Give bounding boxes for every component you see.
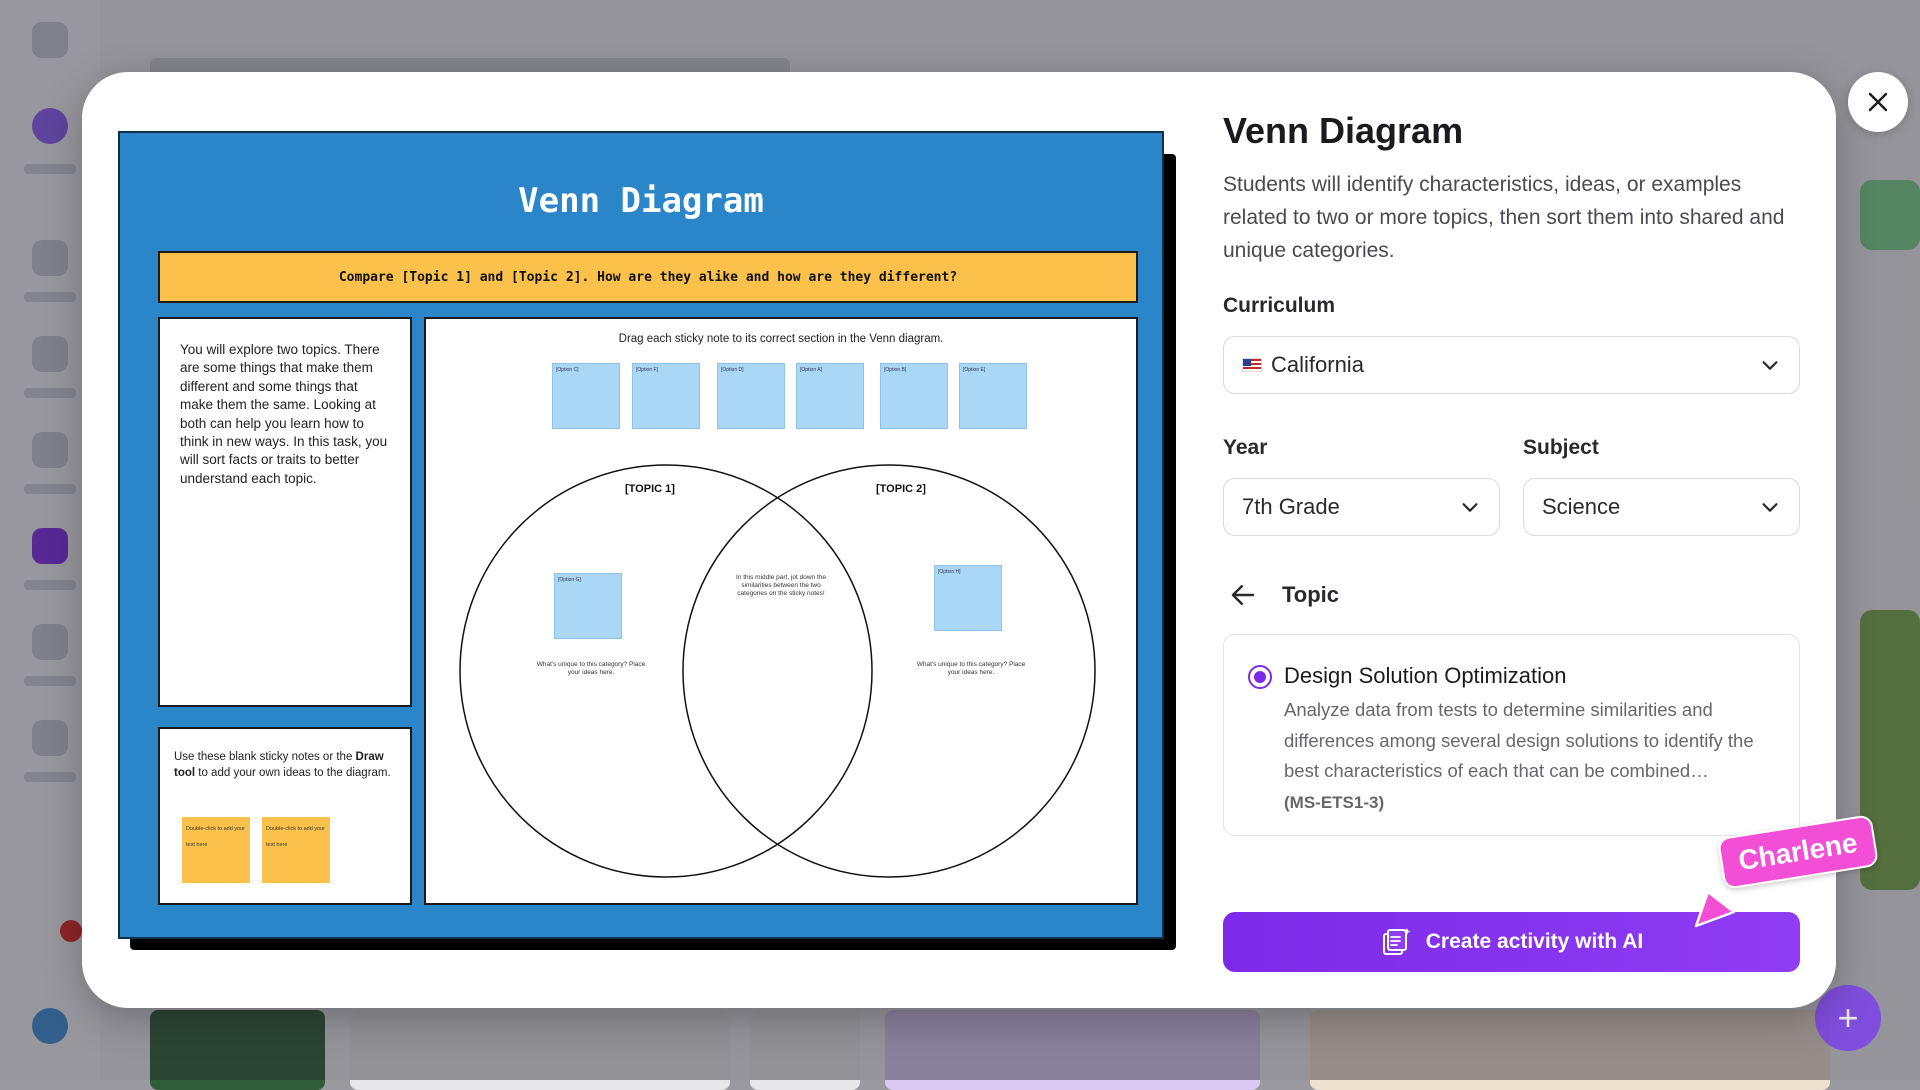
curriculum-select[interactable]: California — [1223, 336, 1800, 394]
us-flag-icon — [1242, 358, 1262, 372]
venn-circle-right — [682, 464, 1096, 878]
chevron-down-icon — [1459, 496, 1481, 518]
panel-title: Venn Diagram — [1223, 110, 1464, 151]
close-icon — [1868, 92, 1888, 112]
topic-option-card[interactable]: Design Solution Optimization Analyze dat… — [1223, 634, 1800, 836]
venn-right-note: What's unique to this category? Place yo… — [916, 661, 1026, 676]
venn-middle-note: In this middle part, jot down the simila… — [736, 574, 826, 597]
topic-radio[interactable] — [1248, 665, 1272, 689]
collaborator-cursor-icon — [1694, 890, 1736, 928]
chevron-down-icon — [1759, 354, 1781, 376]
help-fab: + — [1815, 985, 1881, 1051]
preview-title: Venn Diagram — [518, 181, 764, 221]
preview-venn-area: Drag each sticky note to its correct sec… — [424, 317, 1138, 905]
preview-yellow-sticky: Double-click to add your text here — [182, 817, 250, 883]
topic-label: Topic — [1282, 582, 1340, 607]
venn-topic1-label: [TOPIC 1] — [625, 483, 675, 495]
template-preview: Venn Diagram Compare [Topic 1] and [Topi… — [118, 131, 1164, 939]
preview-blank-text: Use these blank sticky notes or the Draw… — [174, 751, 391, 779]
panel-description: Students will identify characteristics, … — [1223, 173, 1785, 262]
arrow-left-icon — [1231, 585, 1255, 605]
curriculum-label: Curriculum — [1223, 294, 1336, 317]
preview-option-sticky: [Option G] — [554, 573, 622, 639]
ai-activity-icon — [1382, 928, 1411, 955]
venn-left-note: What's unique to this category? Place yo… — [536, 661, 646, 676]
topic-code: (MS-ETS1-3) — [1284, 793, 1385, 812]
preview-option-sticky: [Option H] — [934, 565, 1002, 631]
year-value: 7th Grade — [1242, 494, 1340, 519]
year-select[interactable]: 7th Grade — [1223, 478, 1500, 536]
topic-name: Design Solution Optimization — [1284, 663, 1567, 688]
venn-topic2-label: [TOPIC 2] — [876, 483, 926, 495]
preview-banner: Compare [Topic 1] and [Topic 2]. How are… — [158, 251, 1138, 303]
curriculum-value: California — [1271, 352, 1364, 377]
subject-select[interactable]: Science — [1523, 478, 1800, 536]
close-button[interactable] — [1848, 72, 1908, 132]
venn-circles — [459, 464, 1096, 878]
chevron-down-icon — [1759, 496, 1781, 518]
topic-description: Analyze data from tests to determine sim… — [1284, 699, 1754, 781]
topic-back-button[interactable]: Topic — [1228, 580, 1339, 610]
create-activity-label: Create activity with AI — [1425, 930, 1644, 953]
venn-circle-left — [459, 464, 873, 878]
preview-blank-notes-box: Use these blank sticky notes or the Draw… — [158, 727, 412, 905]
preview-intro-box: You will explore two topics. There are s… — [158, 317, 412, 707]
preview-yellow-sticky: Double-click to add your text here — [262, 817, 330, 883]
subject-value: Science — [1542, 494, 1621, 519]
year-label: Year — [1223, 436, 1268, 459]
subject-label: Subject — [1523, 436, 1599, 459]
